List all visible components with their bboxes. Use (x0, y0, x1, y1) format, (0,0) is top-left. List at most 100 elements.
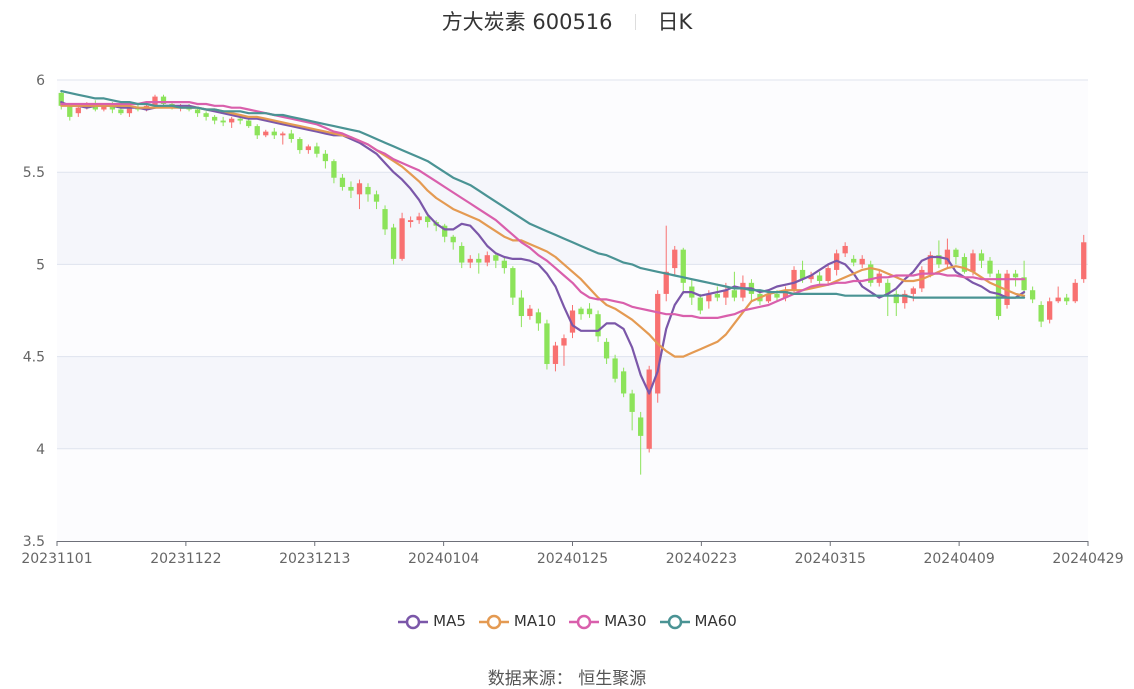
candle-body (297, 139, 303, 151)
legend-label: MA5 (433, 612, 466, 630)
candle-body (774, 293, 780, 298)
candle-body (791, 269, 797, 291)
plot-band (57, 80, 1088, 173)
candle-body (211, 116, 218, 121)
candle-body (825, 268, 831, 281)
candle-body (672, 249, 678, 269)
candle-body (561, 338, 567, 346)
legend-item-ma10[interactable]: MA10 (478, 612, 556, 630)
candle-body (953, 249, 959, 258)
candle (868, 260, 874, 287)
candle (544, 319, 550, 370)
candle (399, 212, 405, 261)
candle-body (518, 297, 525, 317)
candle-body (314, 146, 320, 154)
y-tick-label: 4 (36, 442, 45, 458)
candle-body (305, 146, 312, 151)
candle-body (1081, 242, 1087, 280)
candlestick-chart: 3.5 4 4.5 5 5.5 6 20231101 20231122 20231213 2024… (21, 73, 1123, 567)
candle-body (476, 258, 482, 263)
candle-body (910, 288, 916, 294)
candle-body (322, 153, 329, 162)
candle-body (603, 341, 610, 359)
candle-body (194, 109, 201, 114)
x-tick-label: 20231101 (21, 551, 92, 567)
candle-body (373, 194, 380, 202)
candle-body (67, 105, 73, 117)
candle-body (390, 227, 397, 259)
candle (390, 223, 397, 265)
candle-body (629, 393, 635, 412)
y-tick-label: 3.5 (23, 534, 45, 550)
candle-body (246, 120, 252, 127)
x-tick-label: 20231213 (279, 551, 350, 567)
candle-body (1064, 297, 1070, 302)
candle-body (271, 131, 277, 136)
candle-body (348, 186, 354, 191)
candle-body (535, 312, 542, 324)
legend-item-ma60[interactable]: MA60 (659, 612, 737, 630)
legend: MA5 MA10 MA30 MA60 (0, 612, 1134, 630)
candle-body (842, 245, 848, 254)
candle (620, 367, 627, 398)
candle (1047, 297, 1053, 324)
candle-body (459, 245, 465, 263)
candle-body (356, 183, 363, 195)
candle-body (399, 218, 405, 259)
x-tick-label: 20240223 (666, 551, 737, 567)
candle-body (697, 297, 703, 311)
candle-body (416, 216, 422, 221)
candle-body (254, 126, 260, 136)
legend-marker-icon (478, 614, 509, 630)
candle-body (1047, 301, 1053, 320)
candle-body (280, 133, 286, 136)
candle-body (1055, 297, 1061, 302)
legend-marker-icon (398, 614, 429, 630)
candle-body (365, 186, 371, 195)
candle-body (263, 131, 269, 136)
candle-body (1012, 273, 1019, 278)
candle-body (1029, 290, 1036, 300)
candle-body (816, 275, 823, 281)
data-source-note: 数据来源： 恒生聚源 (487, 669, 647, 689)
candle-body (987, 260, 993, 274)
candle-body (714, 293, 720, 298)
x-tick-label: 20240429 (1052, 551, 1123, 567)
legend-item-ma5[interactable]: MA5 (397, 612, 466, 630)
candle-body (527, 308, 533, 317)
candle-body (501, 260, 507, 269)
x-tick-label: 20240315 (795, 551, 866, 567)
plot-band (57, 172, 1088, 265)
legend-label: MA30 (604, 612, 647, 630)
x-tick-label: 20240409 (923, 551, 994, 567)
y-tick-label: 4.5 (23, 350, 45, 366)
candle (646, 365, 652, 453)
candle-body (75, 107, 81, 114)
candle-body (493, 255, 499, 261)
candle-body (237, 118, 243, 121)
candle-body (646, 369, 652, 449)
legend-marker-icon (569, 614, 600, 630)
legend-label: MA10 (513, 612, 557, 630)
candle-body (220, 120, 226, 123)
candle-body (620, 371, 627, 394)
legend-marker-icon (659, 614, 690, 630)
candle-body (859, 258, 865, 265)
x-tick-label: 20240104 (408, 551, 479, 567)
y-tick-label: 5.5 (23, 165, 45, 181)
candle (612, 354, 618, 383)
candle-body (638, 417, 644, 436)
candle-body (612, 358, 618, 379)
legend-item-ma30[interactable]: MA30 (568, 612, 647, 630)
candle-body (552, 345, 559, 364)
plot-band (57, 448, 1088, 541)
candle-body (229, 118, 235, 123)
candle-body (544, 323, 550, 364)
candle-body (510, 268, 516, 298)
candle-body (586, 308, 593, 315)
candle-body (450, 236, 456, 243)
candle-body (970, 253, 976, 272)
candle-body (595, 314, 601, 337)
candle-body (382, 209, 388, 230)
candle-body (851, 258, 857, 263)
